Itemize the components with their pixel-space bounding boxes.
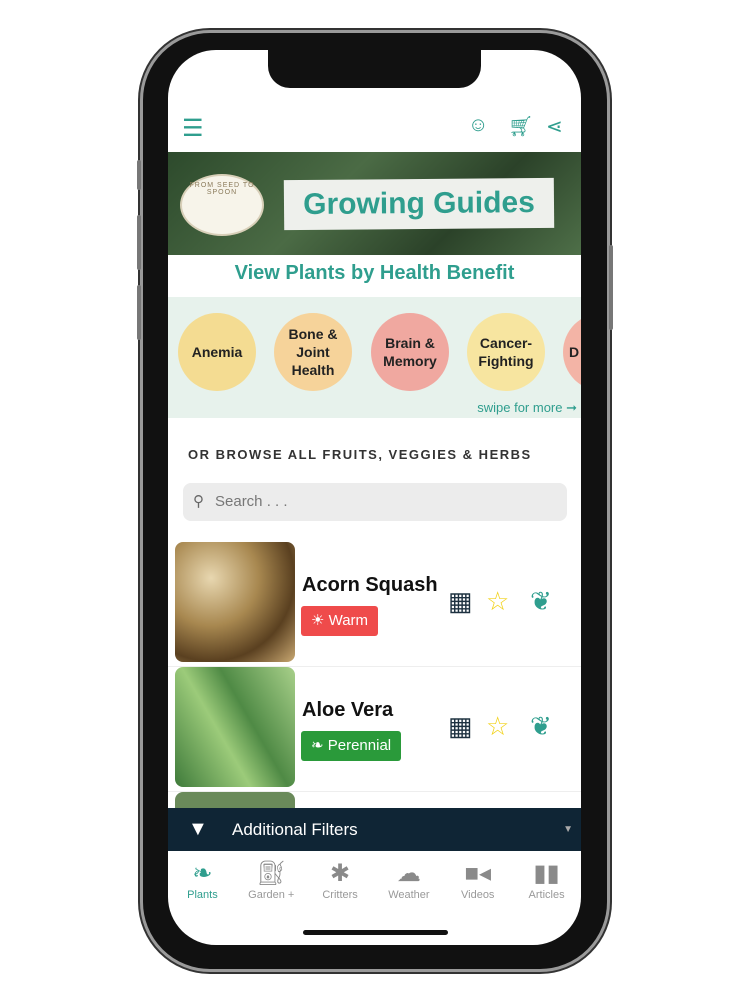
filters-label: Additional Filters bbox=[232, 820, 358, 839]
calendar-icon[interactable]: ▦ bbox=[448, 586, 473, 617]
bug-icon: ✱ bbox=[330, 860, 351, 887]
plant-name: Aloe Vera bbox=[302, 699, 394, 721]
health-item-cancer-fighting[interactable]: Cancer-Fighting bbox=[467, 313, 545, 391]
page-title: Growing Guides bbox=[283, 177, 555, 231]
health-item-brain-memory[interactable]: Brain & Memory bbox=[371, 313, 449, 391]
book-icon: ▮▮ bbox=[533, 860, 560, 887]
calendar-icon[interactable]: ▦ bbox=[448, 711, 473, 742]
plant-name: Acorn Squash bbox=[302, 574, 438, 596]
search-input[interactable]: ⚲ Search . . . bbox=[183, 483, 567, 521]
additional-filters-bar[interactable]: ▼ Additional Filters ▼ bbox=[168, 808, 581, 851]
home-indicator[interactable] bbox=[303, 930, 448, 935]
season-badge: ❧ Perennial bbox=[301, 731, 402, 761]
screen: ☰ ☺ 🛒︎ ⋖ FROM SEED TO SPOON Growing Guid… bbox=[168, 50, 581, 945]
plant-row[interactable]: Aloe Vera ❧ Perennial ▦ ☆ ❦ bbox=[168, 667, 581, 792]
tab-label: Videos bbox=[461, 889, 495, 901]
leaf-icon: ❧ bbox=[192, 860, 213, 887]
bottom-tab-bar: ❧ Plants ⛽︎ Garden + ✱ Critters ☁ Weather ■◂… bbox=[168, 851, 581, 921]
tab-label: Weather bbox=[388, 889, 430, 901]
tab-plants[interactable]: ❧ Plants bbox=[168, 851, 237, 921]
tab-critters[interactable]: ✱ Critters bbox=[306, 851, 375, 921]
search-icon: ⚲ bbox=[193, 493, 204, 510]
health-benefit-carousel[interactable]: Anemia Bone & Joint Health Brain & Memor… bbox=[168, 297, 581, 418]
notch bbox=[268, 50, 481, 88]
chevron-down-icon: ▼ bbox=[563, 824, 573, 835]
star-icon[interactable]: ☆ bbox=[486, 586, 509, 617]
video-camera-icon: ■◂ bbox=[464, 860, 491, 887]
sprout-icon[interactable]: ❦ bbox=[530, 586, 552, 617]
tab-label: Plants bbox=[187, 889, 218, 901]
health-item-anemia[interactable]: Anemia bbox=[178, 313, 256, 391]
tab-label: Critters bbox=[322, 889, 358, 901]
season-badge: ☀ Warm bbox=[301, 606, 379, 636]
health-item-bone-joint[interactable]: Bone & Joint Health bbox=[274, 313, 352, 391]
hamburger-icon[interactable]: ☰ bbox=[182, 114, 204, 143]
filter-icon: ▼ bbox=[188, 818, 208, 840]
search-placeholder: Search . . . bbox=[215, 493, 288, 510]
health-benefit-title: View Plants by Health Benefit bbox=[234, 262, 515, 284]
plant-thumbnail bbox=[175, 667, 295, 787]
swipe-hint: swipe for more ➞ bbox=[477, 400, 577, 415]
share-icon[interactable]: ⋖ bbox=[546, 114, 563, 139]
banner: FROM SEED TO SPOON Growing Guides bbox=[168, 152, 581, 255]
cart-icon[interactable]: 🛒︎ bbox=[508, 114, 533, 139]
star-icon[interactable]: ☆ bbox=[486, 711, 509, 742]
smiley-icon[interactable]: ☺ bbox=[468, 114, 488, 137]
health-item-partial[interactable]: D bbox=[563, 313, 581, 391]
power-button bbox=[609, 245, 613, 330]
paint-bucket-icon: ⛽︎ bbox=[256, 860, 287, 887]
tab-garden[interactable]: ⛽︎ Garden + bbox=[237, 851, 306, 921]
tab-label: Articles bbox=[528, 889, 565, 901]
volume-down bbox=[137, 285, 141, 340]
tab-articles[interactable]: ▮▮ Articles bbox=[512, 851, 581, 921]
mute-switch bbox=[137, 160, 141, 190]
plant-thumbnail bbox=[175, 542, 295, 662]
tab-videos[interactable]: ■◂ Videos bbox=[443, 851, 512, 921]
tab-label: Garden + bbox=[248, 889, 295, 901]
plant-row[interactable]: Acorn Squash ☀ Warm ▦ ☆ ❦ bbox=[168, 542, 581, 667]
sprout-icon[interactable]: ❦ bbox=[530, 711, 552, 742]
browse-label: OR BROWSE ALL FRUITS, VEGGIES & HERBS bbox=[188, 447, 532, 462]
logo: FROM SEED TO SPOON bbox=[180, 174, 264, 236]
tab-weather[interactable]: ☁ Weather bbox=[374, 851, 443, 921]
volume-up bbox=[137, 215, 141, 270]
cloud-icon: ☁ bbox=[396, 860, 421, 887]
